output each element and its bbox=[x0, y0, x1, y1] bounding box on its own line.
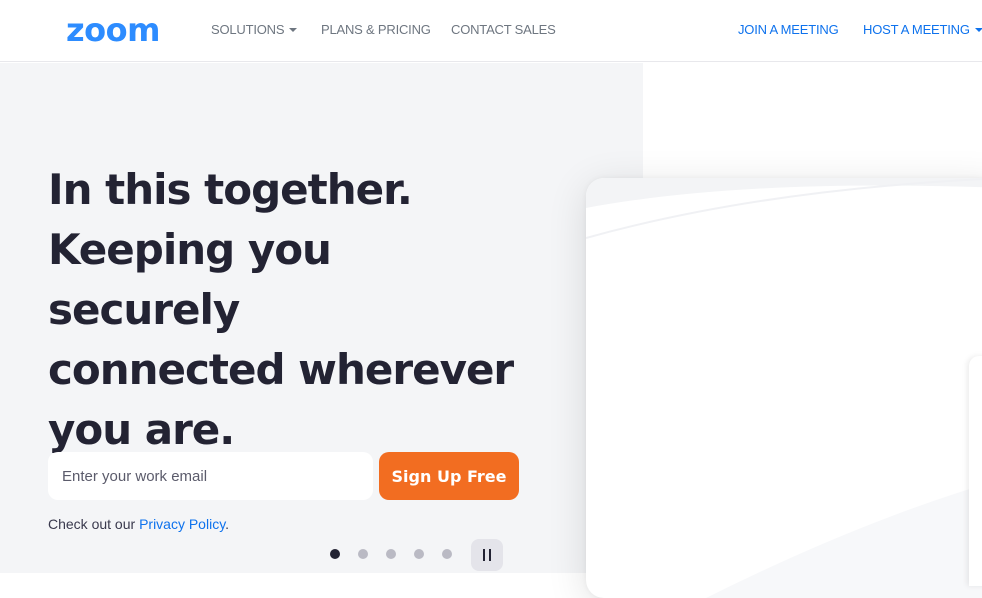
caret-down-icon bbox=[974, 27, 982, 32]
headline-line: In this together. bbox=[48, 165, 413, 214]
headline-line: you are. bbox=[48, 405, 235, 454]
carousel-dot[interactable] bbox=[358, 549, 368, 559]
device-screen-art bbox=[586, 178, 982, 598]
zoom-logo[interactable]: zoom bbox=[66, 10, 160, 50]
carousel-dot[interactable] bbox=[414, 549, 424, 559]
headline-line: Keeping you bbox=[48, 225, 332, 274]
privacy-prefix: Check out our bbox=[48, 516, 140, 532]
nav-contact-sales[interactable]: CONTACT SALES bbox=[451, 22, 556, 38]
nav-plans-pricing[interactable]: PLANS & PRICING bbox=[321, 22, 431, 38]
nav-solutions[interactable]: SOLUTIONS bbox=[211, 22, 298, 38]
nav-solutions-label: SOLUTIONS bbox=[211, 22, 285, 37]
device-mockup bbox=[586, 178, 982, 598]
nav-host-meeting[interactable]: HOST A MEETING bbox=[863, 22, 982, 38]
carousel-dot[interactable] bbox=[386, 549, 396, 559]
nav-host-meeting-label: HOST A MEETING bbox=[863, 22, 970, 37]
sign-up-free-button[interactable]: Sign Up Free bbox=[379, 452, 519, 500]
work-email-input[interactable] bbox=[48, 452, 373, 500]
privacy-suffix: . bbox=[225, 516, 230, 532]
nav-join-meeting[interactable]: JOIN A MEETING bbox=[738, 22, 839, 38]
hero-headline: In this together. Keeping you securely c… bbox=[48, 160, 518, 460]
privacy-policy-link[interactable]: Privacy Policy bbox=[139, 516, 225, 532]
caret-down-icon bbox=[289, 27, 298, 32]
carousel-dot[interactable] bbox=[442, 549, 452, 559]
carousel-dot[interactable] bbox=[330, 549, 340, 559]
carousel-pause-button[interactable] bbox=[471, 539, 503, 571]
privacy-note: Check out our Privacy Policy. bbox=[48, 516, 229, 532]
headline-line: securely bbox=[48, 285, 240, 334]
device-edge bbox=[969, 356, 982, 586]
headline-line: connected wherever bbox=[48, 345, 514, 394]
site-header: zoom SOLUTIONS PLANS & PRICING CONTACT S… bbox=[0, 0, 982, 62]
